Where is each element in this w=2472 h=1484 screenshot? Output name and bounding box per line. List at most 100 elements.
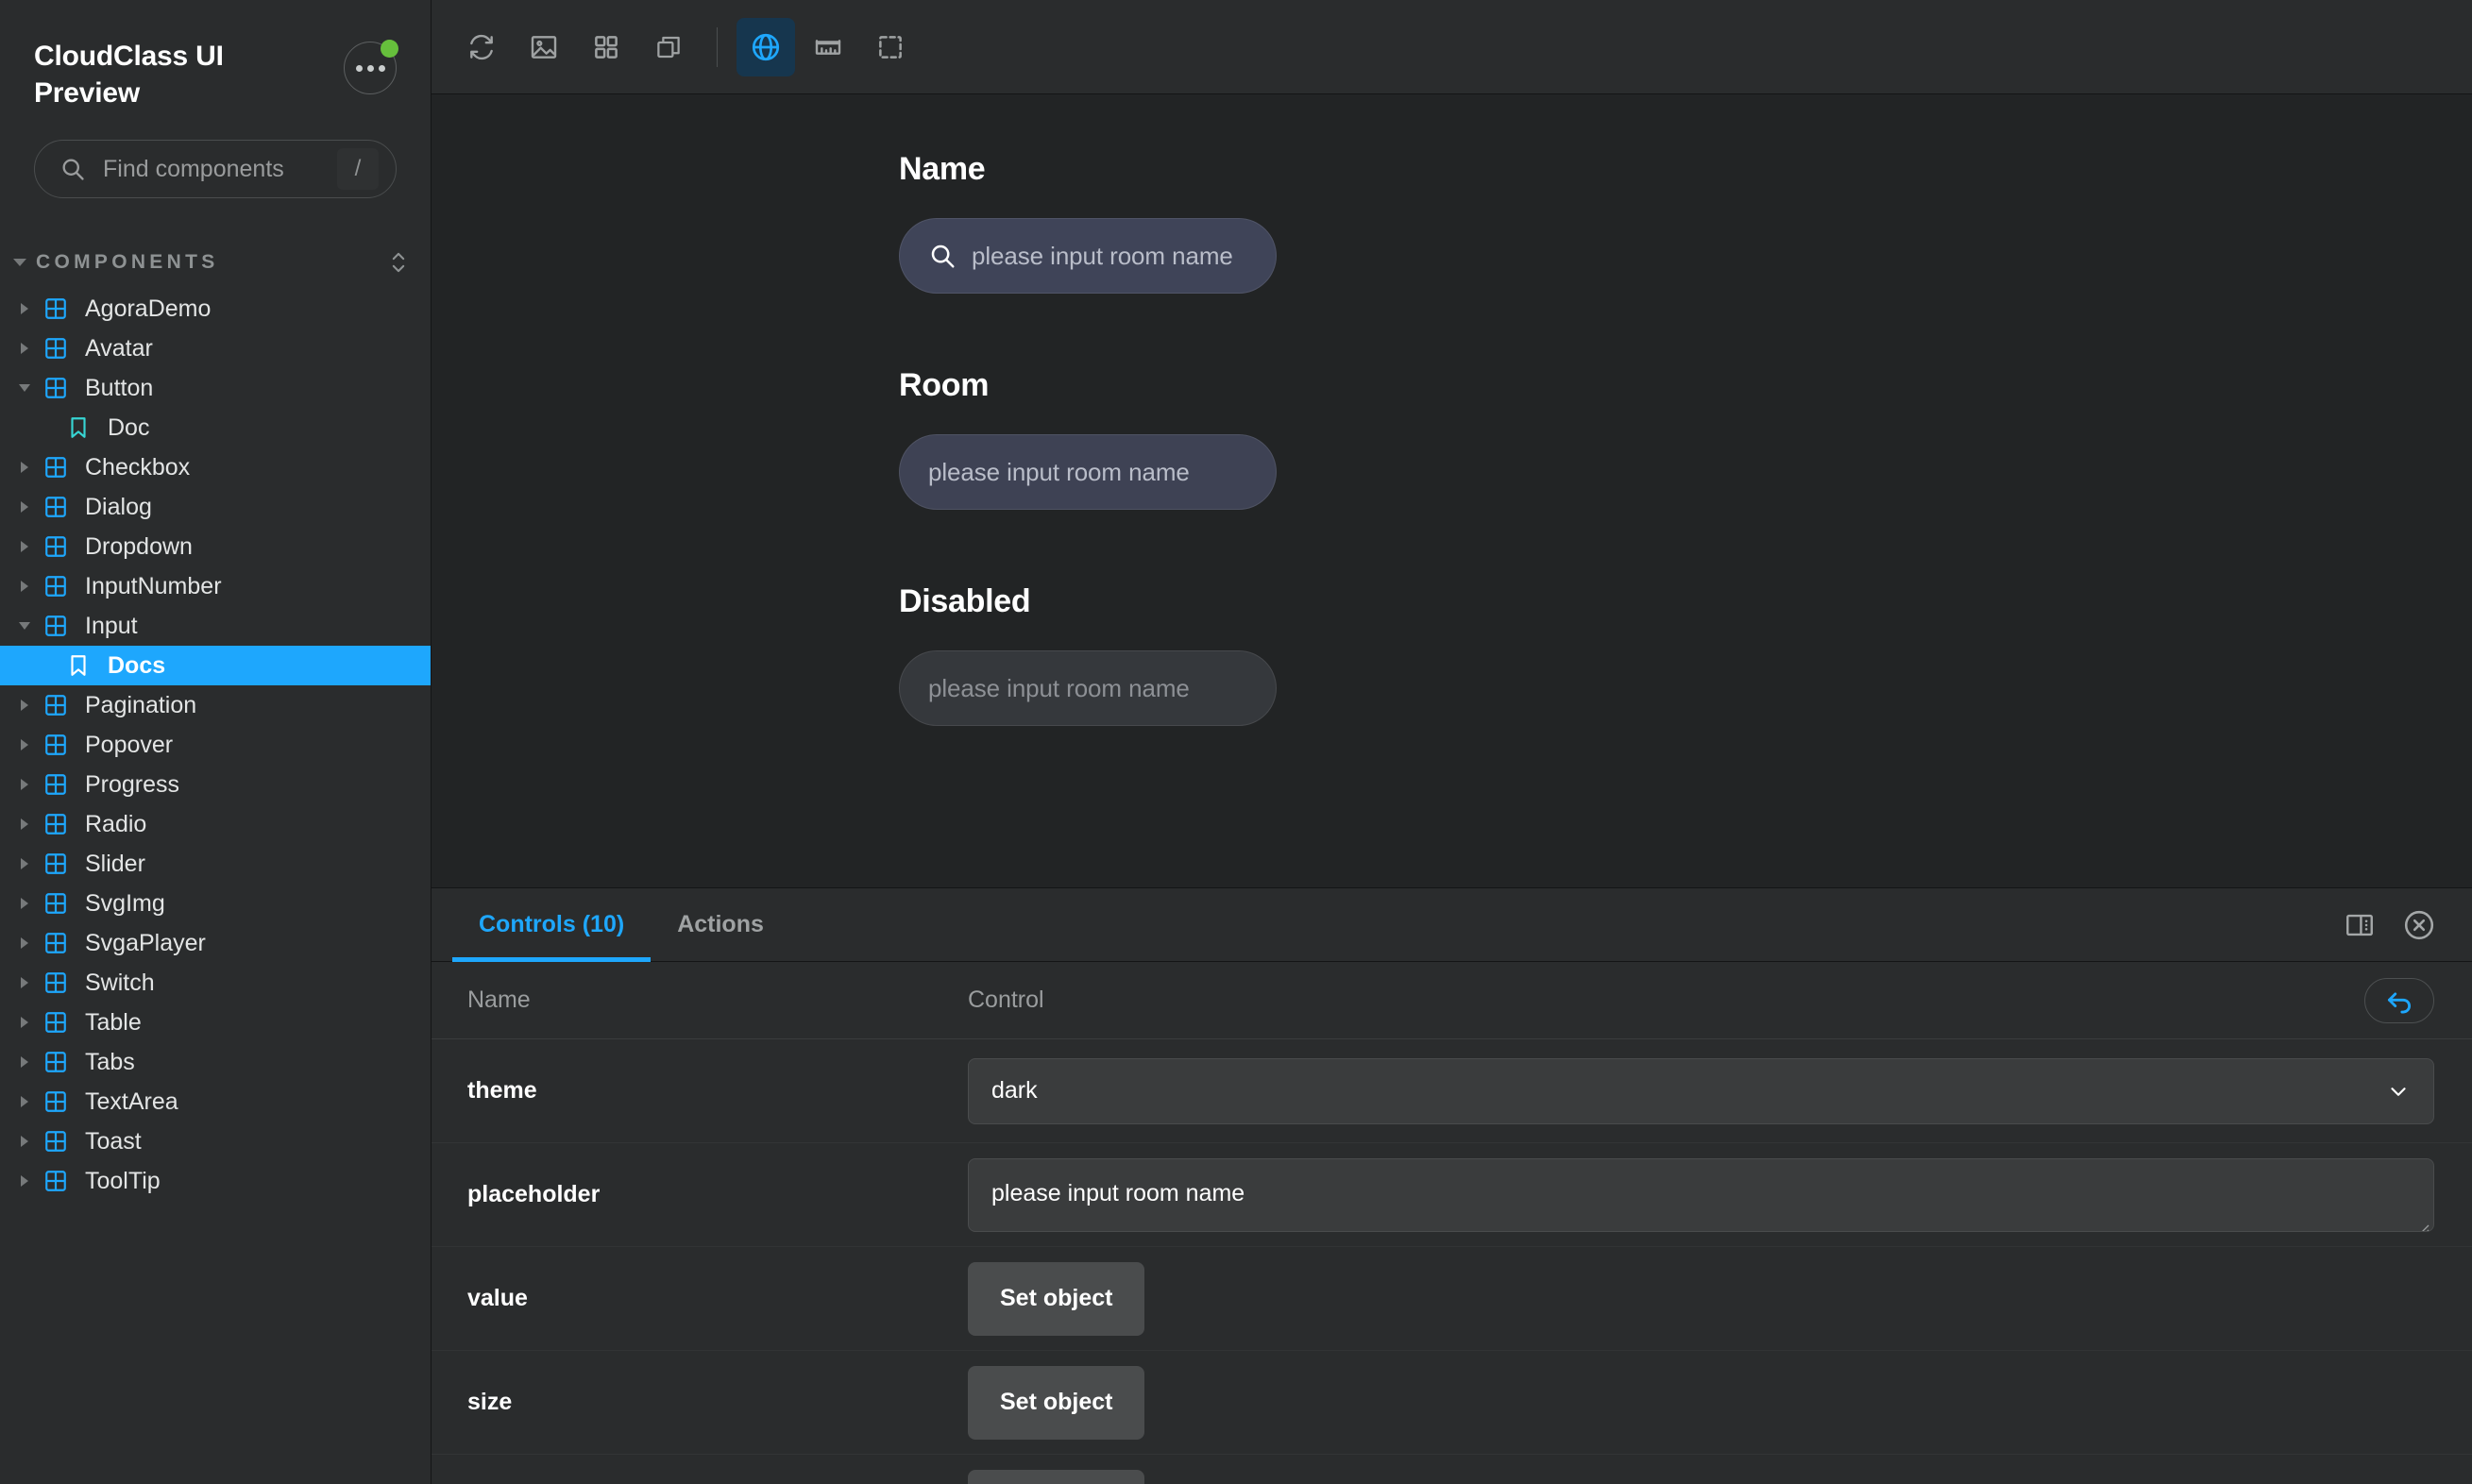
sidebar-item-label: Pagination [85,691,197,718]
chevron-right-icon[interactable] [13,700,36,711]
chevron-right-icon[interactable] [13,462,36,473]
sidebar-item-toast[interactable]: Toast [0,1121,431,1161]
control-select-theme[interactable]: dark [968,1057,2434,1124]
chevron-right-icon[interactable] [13,541,36,552]
sidebar-item-svgimg[interactable]: SvgImg [0,884,431,923]
sidebar-item-checkbox[interactable]: Checkbox [0,447,431,487]
chevron-down-icon [13,259,26,266]
sidebar-item-inputnumber[interactable]: InputNumber [0,566,431,606]
component-tree: AgoraDemo Avatar Button Doc Checkbox Dialog Dr… [0,289,431,1201]
component-icon [40,1089,72,1114]
sidebar-item-input[interactable]: Input [0,606,431,646]
chevron-right-icon[interactable] [13,898,36,909]
control-name: placeholder [467,1181,601,1207]
main-area: Name please input room name Room please inp… [431,0,2472,1484]
sidebar-item-popover[interactable]: Popover [0,725,431,765]
tab-controls[interactable]: Controls (10) [452,888,652,962]
sidebar-item-doc[interactable]: Doc [0,408,431,447]
room-name-input-name[interactable]: please input room name [899,218,1277,294]
chevron-down-icon[interactable] [13,384,36,392]
sidebar-item-svgaplayer[interactable]: SvgaPlayer [0,923,431,963]
chevron-right-icon[interactable] [13,858,36,869]
resize-handle-icon[interactable] [2414,1214,2430,1231]
chevron-down-icon[interactable] [13,622,36,630]
control-name: value [467,1285,528,1311]
sidebar-item-switch[interactable]: Switch [0,963,431,1003]
table-row: size Set object [432,1351,2472,1455]
globe-icon[interactable] [737,17,795,76]
sidebar-item-label: SvgaPlayer [85,929,206,956]
select-value: dark [991,1077,1038,1104]
set-object-button[interactable]: Set object [968,1365,1145,1440]
control-name: theme [467,1077,537,1104]
chevron-right-icon[interactable] [13,1136,36,1147]
chevron-right-icon[interactable] [13,501,36,513]
sidebar-item-radio[interactable]: Radio [0,804,431,844]
ruler-measure-icon[interactable] [799,18,857,76]
set-object-button[interactable]: Set object [968,1261,1145,1336]
component-icon [40,772,72,797]
close-circle-icon[interactable] [2402,908,2436,942]
sidebar-item-tooltip[interactable]: ToolTip [0,1161,431,1201]
sidebar-item-slider[interactable]: Slider [0,844,431,884]
sidebar-item-pagination[interactable]: Pagination [0,685,431,725]
chevron-right-icon[interactable] [13,303,36,314]
sidebar-item-dropdown[interactable]: Dropdown [0,527,431,566]
table-row: placeholder please input room name [432,1143,2472,1247]
components-section-header[interactable]: COMPONENTS [0,244,431,281]
sidebar-item-progress[interactable]: Progress [0,765,431,804]
undo-reset-icon[interactable] [2364,977,2434,1023]
chevron-right-icon[interactable] [13,739,36,750]
chevron-right-icon[interactable] [13,1175,36,1187]
sidebar-item-label: Switch [85,969,155,996]
chevron-right-icon[interactable] [13,343,36,354]
outline-selection-icon[interactable] [861,18,920,76]
chevron-right-icon[interactable] [13,977,36,988]
zoom-layers-icon[interactable] [639,18,698,76]
component-icon [40,614,72,638]
set-object-button[interactable]: Set object [968,1469,1145,1484]
sidebar-item-label: ToolTip [85,1167,161,1194]
control-textarea-placeholder[interactable]: please input room name [968,1157,2434,1232]
sidebar-item-tabs[interactable]: Tabs [0,1042,431,1082]
sidebar-item-docs[interactable]: Docs [0,646,431,685]
input-placeholder: please input room name [972,241,1233,270]
chevron-right-icon[interactable] [13,1017,36,1028]
sidebar-item-label: Input [85,612,138,639]
sidebar-item-dialog[interactable]: Dialog [0,487,431,527]
tab-actions[interactable]: Actions [651,888,790,961]
sidebar-item-button[interactable]: Button [0,368,431,408]
sidebar-header: CloudClass UI Preview [0,0,431,111]
sidebar-item-table[interactable]: Table [0,1003,431,1042]
chevron-right-icon[interactable] [13,581,36,592]
addons-panel-actions [2344,888,2472,961]
sidebar-item-label: Radio [85,810,147,837]
sidebar-item-avatar[interactable]: Avatar [0,329,431,368]
sort-toggle-icon[interactable] [391,250,406,275]
layout-sidebar-icon[interactable] [2344,909,2376,941]
grid-icon[interactable] [577,18,635,76]
chevron-right-icon[interactable] [13,1056,36,1068]
control-widget: dark [968,1057,2434,1124]
component-icon [40,891,72,916]
chevron-right-icon[interactable] [13,779,36,790]
component-icon [40,336,72,361]
remount-refresh-icon[interactable] [452,18,511,76]
chevron-right-icon[interactable] [13,818,36,830]
input-placeholder: please input room name [928,457,1190,486]
chevron-right-icon[interactable] [13,1096,36,1107]
sidebar-item-label: InputNumber [85,572,222,599]
component-icon [40,376,72,400]
chevron-right-icon[interactable] [13,937,36,949]
sidebar-item-textarea[interactable]: TextArea [0,1082,431,1121]
room-name-input-room[interactable]: please input room name [899,434,1277,510]
app-title: CloudClass UI Preview [34,41,224,109]
background-image-icon[interactable] [515,18,573,76]
sidebar-item-agorademo[interactable]: AgoraDemo [0,289,431,329]
search-components-box[interactable]: Find components / [34,140,397,198]
sidebar-menu-button[interactable] [344,40,398,94]
preview-block-room: Room please input room name [899,367,2472,510]
component-icon [40,970,72,995]
preview-block-name: Name please input room name [899,151,2472,294]
sidebar-item-label: Button [85,374,154,401]
